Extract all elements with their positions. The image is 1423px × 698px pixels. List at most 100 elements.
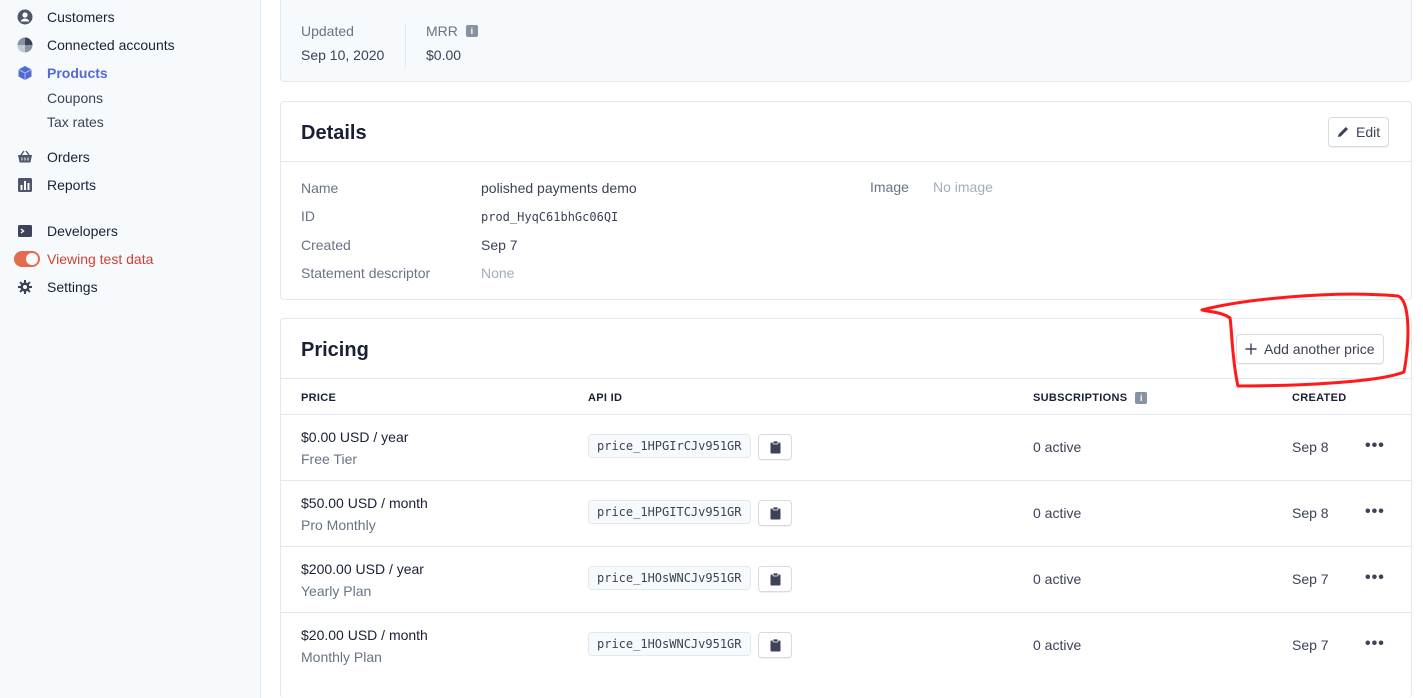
- price-amount: $200.00 USD / year: [301, 561, 424, 577]
- sidebar-item-viewing-test-data[interactable]: Viewing test data: [14, 248, 154, 270]
- sidebar-item-label: Products: [47, 65, 108, 81]
- table-row[interactable]: $0.00 USD / year Free Tier price_1HPGIrC…: [281, 414, 1411, 480]
- sidebar-subitem-tax-rates[interactable]: Tax rates: [47, 114, 104, 130]
- table-row[interactable]: $200.00 USD / year Yearly Plan price_1HO…: [281, 546, 1411, 612]
- copy-button[interactable]: [758, 434, 792, 460]
- add-another-price-button[interactable]: Add another price: [1236, 334, 1384, 364]
- table-row[interactable]: $20.00 USD / month Monthly Plan price_1H…: [281, 612, 1411, 678]
- column-header-price: PRICE: [301, 392, 337, 404]
- pencil-icon: [1337, 126, 1349, 138]
- summary-card: Updated Sep 10, 2020 MRR i $0.00: [280, 0, 1412, 82]
- api-id-chip[interactable]: price_1HPGITCJv951GR: [588, 500, 751, 524]
- id-label: ID: [301, 208, 315, 224]
- mrr-label-row: MRR i: [426, 23, 478, 39]
- price-amount: $20.00 USD / month: [301, 627, 428, 643]
- edit-label: Edit: [1356, 124, 1381, 140]
- gear-icon: [16, 278, 34, 296]
- sidebar-item-connected-accounts[interactable]: Connected accounts: [16, 34, 175, 56]
- sidebar-item-label: Connected accounts: [47, 37, 175, 53]
- subscriptions-count: 0 active: [1033, 571, 1082, 587]
- api-id-chip[interactable]: price_1HPGIrCJv951GR: [588, 434, 751, 458]
- sidebar-item-products[interactable]: Products: [16, 62, 108, 84]
- clipboard-icon: [770, 638, 780, 651]
- api-id-chip[interactable]: price_1HOsWNCJv951GR: [588, 566, 751, 590]
- main-content: Updated Sep 10, 2020 MRR i $0.00 Details…: [261, 0, 1423, 698]
- sidebar-item-label: Developers: [47, 223, 118, 239]
- column-header-created: CREATED: [1292, 392, 1347, 404]
- subscriptions-count: 0 active: [1033, 439, 1082, 455]
- sidebar-item-reports[interactable]: Reports: [16, 174, 96, 196]
- created-label: Created: [301, 237, 351, 253]
- person-circle-icon: [16, 8, 34, 26]
- created-date: Sep 7: [1292, 571, 1329, 587]
- subscriptions-count: 0 active: [1033, 637, 1082, 653]
- price-nickname: Free Tier: [301, 451, 358, 467]
- info-icon[interactable]: i: [465, 25, 478, 37]
- updated-label: Updated: [301, 23, 354, 39]
- api-id-chip[interactable]: price_1HOsWNCJv951GR: [588, 632, 751, 656]
- copy-button[interactable]: [758, 632, 792, 658]
- mrr-column: MRR i $0.00: [426, 23, 478, 63]
- more-options-icon[interactable]: •••: [1365, 569, 1385, 587]
- clipboard-icon: [770, 506, 780, 519]
- subscriptions-count: 0 active: [1033, 505, 1082, 521]
- details-card: Details Edit Name polished payments demo…: [280, 101, 1412, 300]
- plus-icon: [1245, 343, 1257, 355]
- price-nickname: Pro Monthly: [301, 517, 376, 533]
- globe-icon: [16, 36, 34, 54]
- sidebar-item-developers[interactable]: Developers: [16, 220, 118, 242]
- image-label: Image: [870, 179, 909, 195]
- add-another-price-label: Add another price: [1264, 341, 1375, 357]
- name-value: polished payments demo: [481, 180, 637, 196]
- price-nickname: Monthly Plan: [301, 649, 382, 665]
- price-amount: $50.00 USD / month: [301, 495, 428, 511]
- sidebar: Customers Connected accounts Products Co…: [0, 0, 261, 698]
- details-header-divider: [281, 161, 1411, 162]
- sidebar-item-customers[interactable]: Customers: [16, 6, 115, 28]
- created-date: Sep 8: [1292, 439, 1329, 455]
- more-options-icon[interactable]: •••: [1365, 503, 1385, 521]
- id-value[interactable]: prod_HyqC61bhGc06QI: [481, 210, 618, 224]
- clipboard-icon: [770, 440, 780, 453]
- pricing-title: Pricing: [301, 339, 369, 361]
- image-value: No image: [933, 179, 993, 195]
- sidebar-item-label: Customers: [47, 9, 115, 25]
- summary-divider: [405, 23, 406, 67]
- sidebar-item-label: Orders: [47, 149, 90, 165]
- info-icon[interactable]: i: [1135, 392, 1148, 404]
- sidebar-subitem-coupons[interactable]: Coupons: [47, 90, 103, 106]
- terminal-icon: [16, 222, 34, 240]
- pricing-header-divider: [281, 378, 1411, 379]
- bar-chart-icon: [16, 176, 34, 194]
- sidebar-item-label: Settings: [47, 279, 98, 295]
- sidebar-item-orders[interactable]: Orders: [16, 146, 90, 168]
- statement-descriptor-value: None: [481, 265, 515, 281]
- sidebar-item-label: Viewing test data: [47, 251, 154, 267]
- copy-button[interactable]: [758, 500, 792, 526]
- created-value: Sep 7: [481, 237, 518, 253]
- test-mode-toggle[interactable]: [14, 251, 40, 267]
- mrr-value: $0.00: [426, 47, 462, 63]
- more-options-icon[interactable]: •••: [1365, 635, 1385, 653]
- price-nickname: Yearly Plan: [301, 583, 372, 599]
- table-row[interactable]: $50.00 USD / month Pro Monthly price_1HP…: [281, 480, 1411, 546]
- clipboard-icon: [770, 572, 780, 585]
- more-options-icon[interactable]: •••: [1365, 437, 1385, 455]
- cube-icon: [16, 64, 34, 82]
- created-date: Sep 7: [1292, 637, 1329, 653]
- copy-button[interactable]: [758, 566, 792, 592]
- pricing-card: Pricing Add another price PRICE API ID S…: [280, 318, 1412, 698]
- edit-button[interactable]: Edit: [1328, 117, 1390, 147]
- sidebar-item-label: Reports: [47, 177, 97, 193]
- column-header-subscriptions-label: SUBSCRIPTIONS: [1033, 392, 1128, 404]
- statement-descriptor-label: Statement descriptor: [301, 265, 431, 281]
- sidebar-item-settings[interactable]: Settings: [16, 276, 98, 298]
- created-date: Sep 8: [1292, 505, 1329, 521]
- name-label: Name: [301, 180, 339, 196]
- updated-value: Sep 10, 2020: [301, 47, 385, 63]
- price-amount: $0.00 USD / year: [301, 429, 409, 445]
- column-header-subscriptions: SUBSCRIPTIONS i: [1033, 392, 1148, 404]
- column-header-api-id: API ID: [588, 392, 623, 404]
- mrr-label: MRR: [426, 23, 458, 39]
- basket-icon: [16, 148, 34, 166]
